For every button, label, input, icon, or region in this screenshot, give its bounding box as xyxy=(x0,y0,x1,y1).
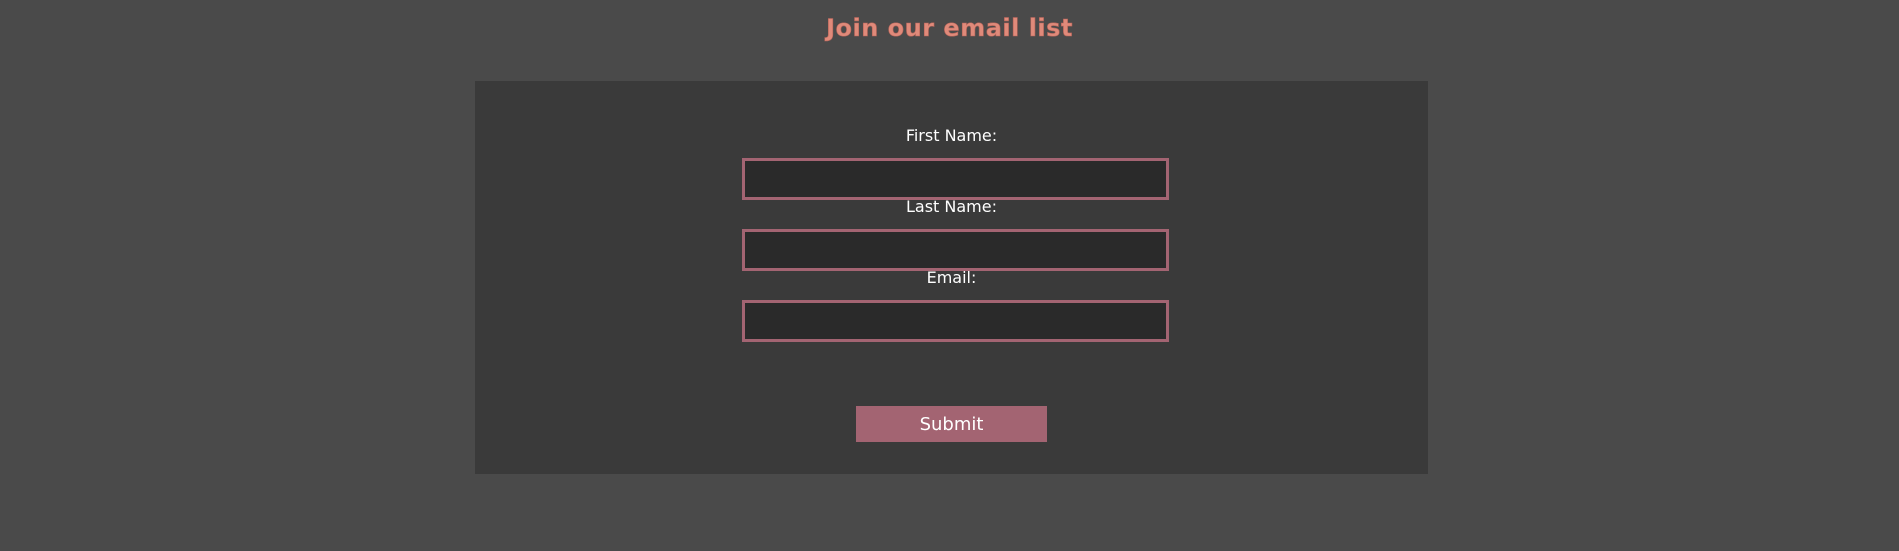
submit-button[interactable]: Submit xyxy=(856,406,1047,442)
email-input[interactable] xyxy=(742,300,1169,342)
last-name-input[interactable] xyxy=(742,229,1169,271)
page-title: Join our email list xyxy=(826,14,1073,43)
first-name-label: First Name: xyxy=(905,126,998,145)
email-signup-form: First Name: Last Name: Email: Submit xyxy=(475,81,1428,474)
last-name-label: Last Name: xyxy=(905,197,997,216)
page: Join our email list First Name: Last Nam… xyxy=(0,0,1899,551)
email-label: Email: xyxy=(926,268,977,287)
first-name-input[interactable] xyxy=(742,158,1169,200)
